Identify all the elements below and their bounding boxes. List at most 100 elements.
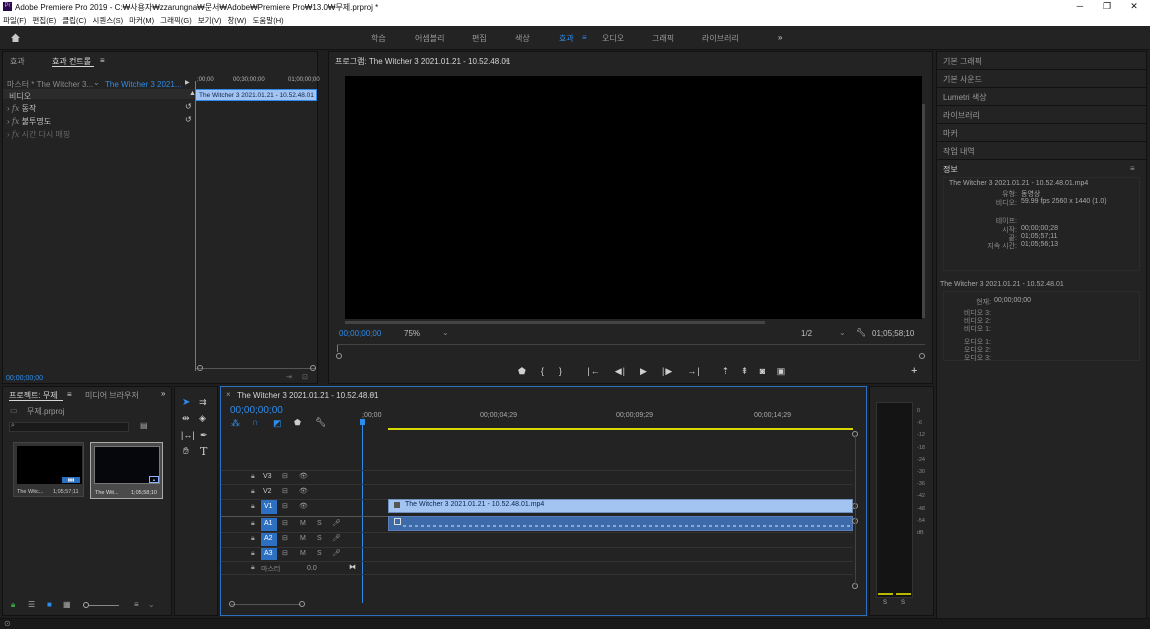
audio-clip[interactable] xyxy=(388,516,853,531)
ec-clip-bar[interactable]: The Witcher 3 2021.01.21 - 10.52.48.01 xyxy=(195,89,317,101)
zoom-slider[interactable] xyxy=(89,605,119,606)
timeline-playhead[interactable] xyxy=(362,421,363,603)
track-select-tool-icon[interactable]: ⇉ xyxy=(199,397,207,408)
timeline-timecode[interactable]: 00;00;00;00 xyxy=(230,405,283,416)
fx-icon[interactable]: fx xyxy=(12,117,19,126)
vertical-scrollbar[interactable] xyxy=(855,435,856,585)
resolution-select[interactable]: 1/2 xyxy=(801,329,812,338)
step-back-icon[interactable]: ◀| xyxy=(615,366,626,376)
microphone-icon[interactable]: 🎤︎ xyxy=(332,519,341,527)
close-tab-icon[interactable]: × xyxy=(226,390,231,399)
microphone-icon[interactable]: 🎤︎ xyxy=(332,534,341,542)
panel-menu-icon[interactable]: ≡ xyxy=(67,390,72,399)
sync-lock-icon[interactable]: ⊟ xyxy=(282,549,288,557)
workspace-effects[interactable]: 효과 xyxy=(559,33,574,44)
timeline-sequence-tab[interactable]: The Witcher 3 2021.01.21 - 10.52.48.01 xyxy=(237,391,378,400)
tab-media-browser[interactable]: 미디어 브라우저 xyxy=(85,390,139,401)
program-time-ruler[interactable] xyxy=(337,344,925,345)
menu-file[interactable]: 파일(F) xyxy=(0,13,29,26)
zoom-handle-right[interactable] xyxy=(919,353,925,359)
master-volume-value[interactable]: 0.0 xyxy=(307,565,317,572)
zoom-handle-right[interactable] xyxy=(310,365,316,371)
panel-menu-icon[interactable]: ≡ xyxy=(1130,164,1135,173)
workspace-menu-icon[interactable]: ≡ xyxy=(582,33,587,42)
go-to-out-icon[interactable]: →| xyxy=(687,366,700,376)
workspace-assembly[interactable]: 어셈블리 xyxy=(415,33,444,44)
track-lock-icon[interactable]: 🔒︎ xyxy=(251,473,255,481)
menu-help[interactable]: 도움말(H) xyxy=(250,13,287,26)
sort-icon[interactable]: ≡ xyxy=(134,600,139,609)
play-icon[interactable]: ▶ xyxy=(640,366,648,376)
hand-tool-icon[interactable]: ✋︎ xyxy=(183,446,189,457)
sync-lock-icon[interactable]: ⊟ xyxy=(282,502,288,510)
mark-in-icon[interactable]: { xyxy=(541,366,545,376)
icon-view-icon[interactable]: ■ xyxy=(47,600,52,609)
pen-tool-icon[interactable]: ✒ xyxy=(200,430,208,441)
more-panels-button[interactable]: » xyxy=(161,389,165,398)
project-item[interactable]: ▮▮▮ The Witc... 1;05;57;11 xyxy=(13,442,84,497)
filter-icon[interactable]: ⊡ xyxy=(302,373,308,381)
expand-arrow-icon[interactable]: › xyxy=(7,130,10,139)
program-playhead[interactable] xyxy=(337,345,338,352)
minimize-button[interactable]: ─ xyxy=(1066,0,1094,13)
type-tool-icon[interactable]: T xyxy=(200,445,207,458)
expand-arrow-icon[interactable]: › xyxy=(7,104,10,113)
menu-graphics[interactable]: 그래픽(G) xyxy=(157,13,195,26)
track-a3-label[interactable]: A3 xyxy=(264,550,273,557)
add-marker-icon[interactable]: ⬟ xyxy=(294,418,301,427)
sync-lock-icon[interactable]: ⊟ xyxy=(282,534,288,542)
tab-effects[interactable]: 효과 xyxy=(10,56,25,67)
panel-essential-sound[interactable]: 기본 사운드 xyxy=(943,74,982,85)
panel-essential-graphics[interactable]: 기본 그래픽 xyxy=(943,56,982,67)
play-only-icon[interactable]: ▶ xyxy=(185,79,190,86)
track-lock-icon[interactable]: 🔒︎ xyxy=(251,564,255,572)
panel-info-title[interactable]: 정보 xyxy=(943,164,958,175)
project-search-input[interactable] xyxy=(9,422,129,432)
workspace-graphics[interactable]: 그래픽 xyxy=(652,33,674,44)
track-lock-icon[interactable]: 🔒︎ xyxy=(251,550,255,558)
track-v3-label[interactable]: V3 xyxy=(263,473,272,480)
track-a1-label[interactable]: A1 xyxy=(264,520,273,527)
mark-out-icon[interactable]: } xyxy=(559,366,563,376)
workspace-editing[interactable]: 편집 xyxy=(472,33,487,44)
track-lock-icon[interactable]: 🔒︎ xyxy=(251,520,255,528)
solo-button[interactable]: S xyxy=(317,550,322,557)
zoom-handle-left[interactable] xyxy=(197,365,203,371)
horizontal-scrollbar[interactable] xyxy=(345,321,765,324)
mute-button[interactable]: M xyxy=(300,550,306,557)
comparison-view-icon[interactable]: ▣ xyxy=(777,366,787,376)
panel-menu-icon[interactable]: ≡ xyxy=(370,390,375,399)
close-window-button[interactable]: ✕ xyxy=(1120,0,1148,13)
zoom-handle-left[interactable] xyxy=(229,601,235,607)
workspace-more-button[interactable]: » xyxy=(778,33,782,42)
sync-lock-icon[interactable]: ⊟ xyxy=(282,472,288,480)
maximize-button[interactable]: ❐ xyxy=(1093,0,1121,13)
snap-magnet-icon[interactable]: ∩ xyxy=(252,417,258,427)
list-view-icon[interactable]: ☰ xyxy=(28,600,35,609)
status-icon[interactable]: ⊙ xyxy=(4,619,11,628)
vertical-scrollbar[interactable] xyxy=(922,104,925,318)
menu-marker[interactable]: 마커(M) xyxy=(126,13,157,26)
mute-button[interactable]: M xyxy=(300,535,306,542)
new-bin-from-search-icon[interactable]: ▤ xyxy=(140,421,148,430)
add-marker-icon[interactable]: ⬟ xyxy=(518,366,527,376)
solo-button[interactable]: S xyxy=(317,520,322,527)
solo-right-button[interactable]: S xyxy=(901,600,905,606)
panel-menu-icon[interactable]: ≡ xyxy=(100,56,105,65)
playhead-marker-icon[interactable] xyxy=(360,419,365,425)
effect-opacity[interactable]: 불투명도 xyxy=(22,117,51,126)
video-clip[interactable]: The Witcher 3 2021.01.21 - 10.52.48.01.m… xyxy=(388,499,853,513)
workspace-libraries[interactable]: 라이브러리 xyxy=(702,33,739,44)
panel-history[interactable]: 작업 내역 xyxy=(943,146,975,157)
panel-libraries[interactable]: 라이브러리 xyxy=(943,110,980,121)
menu-window[interactable]: 창(W) xyxy=(225,13,250,26)
solo-button[interactable]: S xyxy=(317,535,322,542)
track-lock-icon[interactable]: 🔒︎ xyxy=(251,503,255,511)
master-expand-icon[interactable]: ⧓ xyxy=(349,563,356,571)
effect-time-remap[interactable]: 시간 다시 매핑 xyxy=(22,130,71,139)
work-area-bar[interactable] xyxy=(388,428,853,430)
sync-lock-icon[interactable]: ⊟ xyxy=(282,519,288,527)
ec-timecode[interactable]: 00;00;00;00 xyxy=(6,375,43,382)
button-editor-add-button[interactable]: + xyxy=(911,365,917,377)
playhead-line[interactable] xyxy=(195,81,196,371)
